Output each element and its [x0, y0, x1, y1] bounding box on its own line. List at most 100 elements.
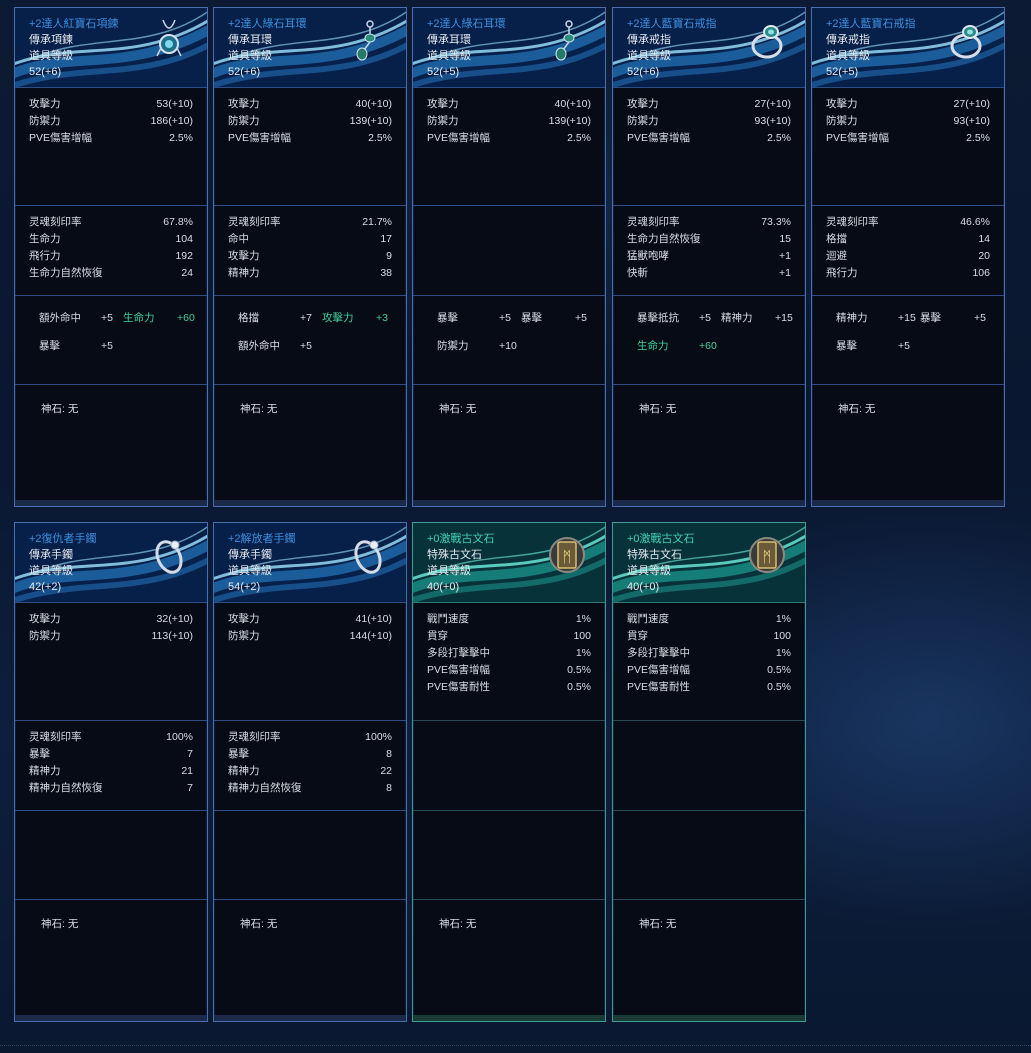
base-stats: 戰鬥速度 1% 貫穿 100 多段打擊擊中 1% PVE傷害增幅 0.5% PVE傷害耐性 0.5… — [613, 603, 805, 721]
item-name: +0激戰古文石 — [427, 533, 495, 545]
rune-stone-icon: ᛗ — [747, 533, 787, 577]
equipment-card[interactable]: +0激戰古文石 特殊古文石 道具等級 40(+0) ᛗ 戰鬥速度 1% 貫穿 100 多段打擊擊中… — [412, 522, 606, 1022]
stat-name: PVE傷害增幅 — [627, 132, 691, 144]
stat-value: 100% — [166, 731, 193, 743]
stat-name: 快斬 — [627, 267, 648, 279]
stat-value: 100% — [365, 731, 392, 743]
stat-row: 生命力自然恢復 24 — [29, 265, 193, 282]
stat-value: 7 — [187, 782, 193, 794]
item-level: 52(+5) — [427, 66, 460, 78]
stat-row: 防禦力 186(+10) — [29, 113, 193, 130]
stat-row: 防禦力 113(+10) — [29, 628, 193, 645]
stat-row: 多段打擊擊中 1% — [627, 645, 791, 662]
stat-name: 攻擊力 — [228, 613, 260, 625]
item-level-label: 道具等級 — [826, 50, 870, 62]
stat-value: 15 — [779, 233, 791, 245]
stat-row: 飛行力 192 — [29, 248, 193, 265]
godstone-label: 神石: 无 — [439, 918, 477, 930]
item-name: +2達人藍寶石戒指 — [627, 18, 717, 30]
equipment-card[interactable]: +2解放者手鐲 傳承手鐲 道具等級 54(+2) 攻擊力 41(+10) 防禦力 144(+1… — [213, 522, 407, 1022]
stat-value: 100 — [773, 630, 791, 642]
stat-name: 防禦力 — [228, 630, 260, 642]
stat-row: 生命力自然恢復 15 — [627, 231, 791, 248]
stat-value: +1 — [779, 267, 791, 279]
godstone-label: 神石: 无 — [240, 403, 278, 415]
stat-value: 27(+10) — [953, 98, 990, 110]
stat-value: 139(+10) — [548, 115, 591, 127]
manastone-slots — [413, 811, 605, 900]
manastone-name: 生命力 — [637, 340, 669, 352]
stat-value: 40(+10) — [554, 98, 591, 110]
manastone-slots: 精神力 +15 暴擊 +5 暴擊 +5 — [812, 296, 1004, 385]
stat-value: 14 — [978, 233, 990, 245]
godstone-section: 神石: 无 — [15, 900, 207, 1010]
manastone-grid — [29, 819, 193, 825]
svg-text:ᛗ: ᛗ — [562, 548, 571, 566]
base-stats: 攻擊力 40(+10) 防禦力 139(+10) PVE傷害增幅 2.5% — [214, 88, 406, 206]
item-level: 40(+0) — [427, 581, 460, 593]
stat-row: 精神力自然恢復 7 — [29, 780, 193, 797]
stat-row: 命中 17 — [228, 231, 392, 248]
stat-name: 攻擊力 — [228, 250, 260, 262]
stat-row: 攻擊力 9 — [228, 248, 392, 265]
stat-row: 精神力自然恢復 8 — [228, 780, 392, 797]
stat-value: 21.7% — [362, 216, 392, 228]
extra-stats: 灵魂刻印率 46.6% 格擋 14 迴避 20 飛行力 106 — [812, 206, 1004, 296]
stat-name: 飛行力 — [826, 267, 858, 279]
equipment-card[interactable]: +2達人紅寶石項鍊 傳承項鍊 道具等級 52(+6) 攻擊力 53(+10) 防禦力 186(… — [14, 7, 208, 507]
card-header: +2達人綠石耳環 傳承耳環 道具等級 52(+5) — [413, 8, 605, 88]
manastone-value — [376, 338, 398, 354]
item-type: 傳承項鍊 — [29, 34, 73, 46]
equipment-card[interactable]: +2達人藍寶石戒指 傳承戒指 道具等級 52(+6) 攻擊力 27(+10) 防禦力 93(+… — [612, 7, 806, 507]
base-stats: 攻擊力 53(+10) 防禦力 186(+10) PVE傷害增幅 2.5% — [15, 88, 207, 206]
godstone-label: 神石: 无 — [838, 403, 876, 415]
stat-name: 戰鬥速度 — [427, 613, 469, 625]
item-level-label: 道具等級 — [427, 50, 471, 62]
manastone-slots — [613, 811, 805, 900]
stat-row: 生命力 104 — [29, 231, 193, 248]
item-level: 54(+2) — [228, 581, 261, 593]
stat-name: 精神力 — [29, 765, 61, 777]
manastone-name: 暴擊 — [920, 312, 941, 324]
stat-row: 快斬 +1 — [627, 265, 791, 282]
manastone-grid: 暴擊抵抗 +5 精神力 +15 生命力 +60 — [627, 304, 793, 354]
stat-row: 防禦力 93(+10) — [826, 113, 990, 130]
card-header: +2達人綠石耳環 傳承耳環 道具等級 52(+6) — [214, 8, 406, 88]
stat-value: 40(+10) — [355, 98, 392, 110]
stat-row: 攻擊力 32(+10) — [29, 611, 193, 628]
card-bottom-bar — [413, 500, 605, 506]
stat-value: 1% — [575, 647, 591, 659]
stat-name: 灵魂刻印率 — [826, 216, 879, 228]
manastone-value: +10 — [499, 340, 517, 352]
card-header: +2達人紅寶石項鍊 傳承項鍊 道具等級 52(+6) — [15, 8, 207, 88]
manastone-name: 精神力 — [721, 312, 753, 324]
item-name: +2解放者手鐲 — [228, 533, 296, 545]
equipment-card[interactable]: +2復仇者手鐲 傳承手鐲 道具等級 42(+2) 攻擊力 32(+10) 防禦力 113(+1… — [14, 522, 208, 1022]
stat-value: 1% — [575, 613, 591, 625]
equipment-card[interactable]: +0激戰古文石 特殊古文石 道具等級 40(+0) ᛗ 戰鬥速度 1% 貫穿 100 多段打擊擊中… — [612, 522, 806, 1022]
stat-value: 22 — [380, 765, 392, 777]
stat-row: 貫穿 100 — [627, 628, 791, 645]
stat-value: 100 — [573, 630, 591, 642]
item-level: 52(+5) — [826, 66, 859, 78]
extra-stats: 灵魂刻印率 100% 暴擊 8 精神力 22 精神力自然恢復 8 — [214, 721, 406, 811]
stat-value: 0.5% — [767, 681, 791, 693]
equipment-card[interactable]: +2達人綠石耳環 傳承耳環 道具等級 52(+5) 攻擊力 40(+10) 防禦力 139(+… — [412, 7, 606, 507]
manastone-name: 暴擊 — [39, 340, 60, 352]
bracelet-icon — [149, 533, 189, 577]
item-name: +2達人藍寶石戒指 — [826, 18, 916, 30]
stat-row: 防禦力 93(+10) — [627, 113, 791, 130]
stat-value: 20 — [978, 250, 990, 262]
stat-value: 8 — [386, 782, 392, 794]
stat-row: 暴擊 7 — [29, 746, 193, 763]
godstone-section: 神石: 无 — [214, 385, 406, 495]
manastone-name: 暴擊 — [437, 312, 458, 324]
godstone-label: 神石: 无 — [240, 918, 278, 930]
manastone-value: +60 — [699, 340, 717, 352]
stat-value: 32(+10) — [156, 613, 193, 625]
equipment-card[interactable]: +2達人綠石耳環 傳承耳環 道具等級 52(+6) 攻擊力 40(+10) 防禦力 139(+… — [213, 7, 407, 507]
stat-value: 73.3% — [761, 216, 791, 228]
equipment-card[interactable]: +2達人藍寶石戒指 傳承戒指 道具等級 52(+5) 攻擊力 27(+10) 防禦力 93(+… — [811, 7, 1005, 507]
card-header: +2達人藍寶石戒指 傳承戒指 道具等級 52(+5) — [812, 8, 1004, 88]
card-bottom-bar — [613, 500, 805, 506]
